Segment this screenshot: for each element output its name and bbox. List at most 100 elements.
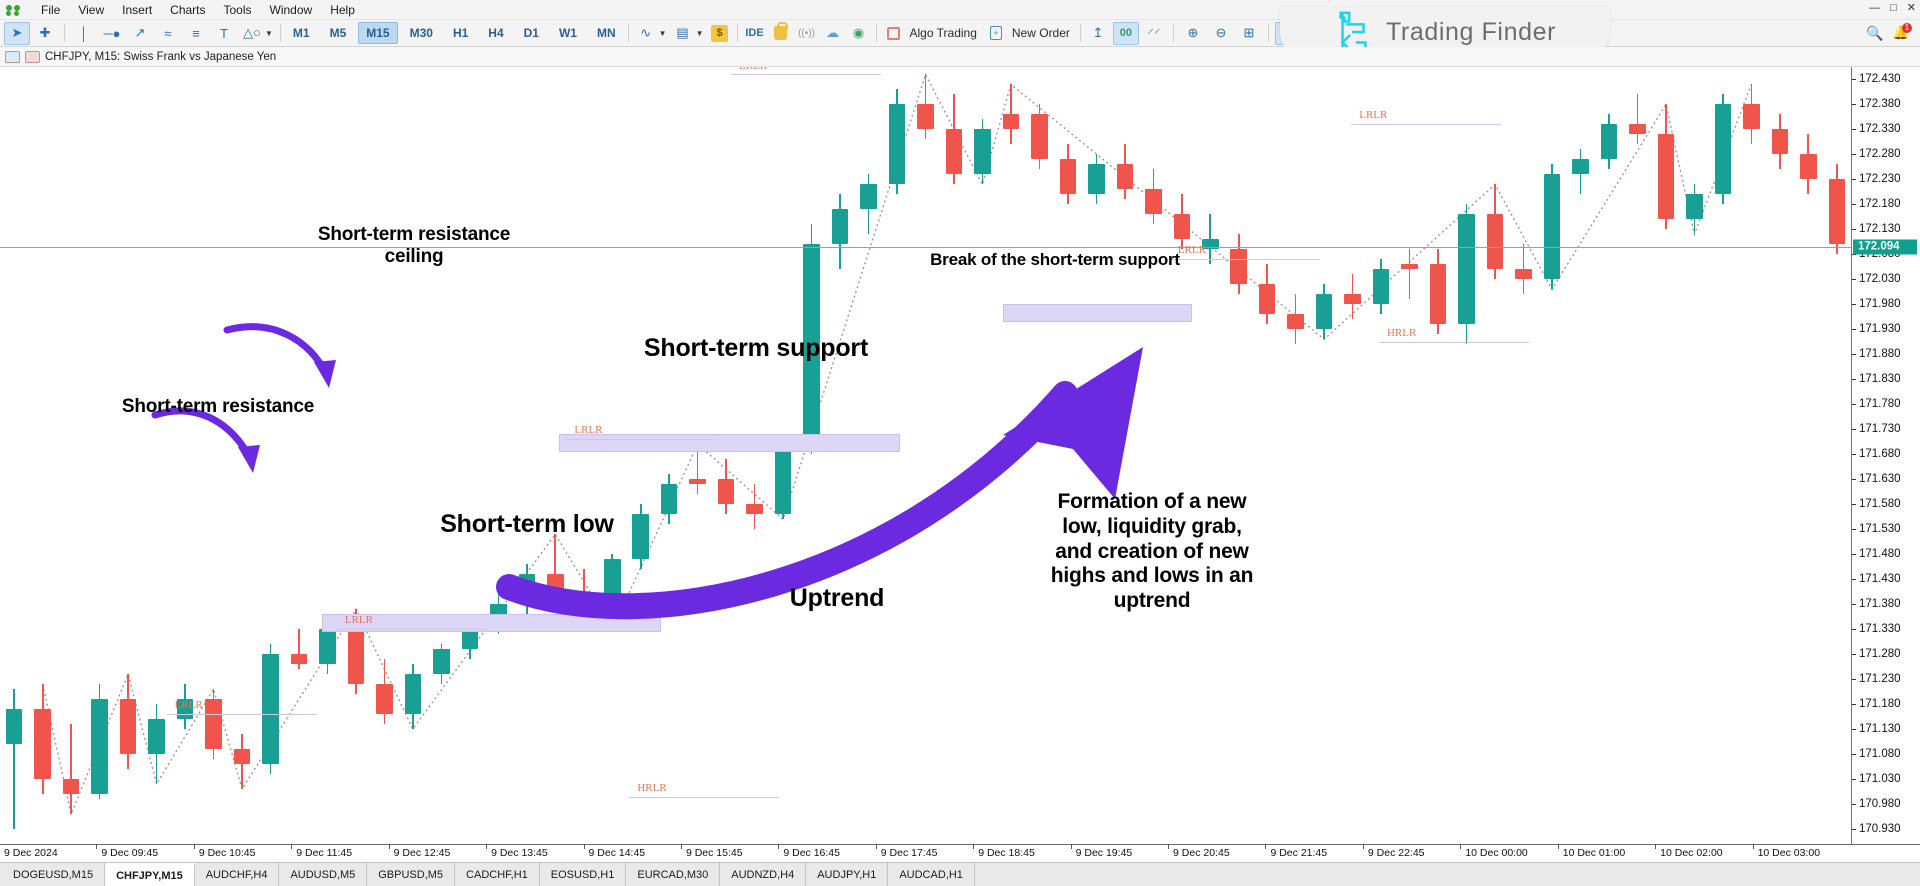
chart-tab-audcad[interactable]: AUDCAD,H1 — [888, 863, 975, 886]
ide-button[interactable]: IDE — [742, 22, 768, 45]
fibonacci-tool[interactable]: ≡ — [183, 22, 209, 45]
candlestick — [148, 704, 165, 785]
channel-tool[interactable]: ≈ — [155, 22, 181, 45]
minimize-icon[interactable]: — — [1869, 2, 1880, 14]
price-tick: 170.930 — [1852, 823, 1901, 835]
timeframe-m5[interactable]: M5 — [322, 22, 355, 44]
window-controls[interactable]: — □ ✕ — [1869, 2, 1916, 14]
candlestick — [717, 459, 735, 515]
notifications-badge: 1 — [1902, 22, 1912, 33]
grid-icon[interactable]: ⊞ — [1236, 22, 1262, 45]
chart-tabs[interactable]: DOGEUSD,M15 CHFJPY,M15 AUDCHF,H4 AUDUSD,M5 G… — [0, 862, 1920, 886]
chart-type-dropdown-icon[interactable]: ▼ — [659, 29, 667, 38]
menu-item-help[interactable]: Help — [321, 1, 364, 19]
template-icon[interactable]: ▤ — [670, 22, 696, 45]
new-order-icon[interactable]: + — [983, 22, 1009, 45]
chart-candles-icon — [25, 50, 40, 63]
annotation-short-term-resistance-ceiling: Short-term resistance ceiling — [317, 224, 511, 268]
price-tick: 172.280 — [1852, 148, 1901, 160]
candlestick — [746, 484, 763, 530]
time-axis[interactable]: 9 Dec 2024 9 Dec 09:45 9 Dec 10:45 9 Dec 11… — [0, 844, 1920, 862]
trendline-tool[interactable]: ↗ — [127, 22, 153, 45]
template-dropdown-icon[interactable]: ▼ — [696, 29, 704, 38]
timeframe-w1[interactable]: W1 — [551, 22, 585, 44]
cloud-icon[interactable]: ☁ — [820, 22, 846, 45]
indicators-icon[interactable]: ⸍⸍ — [1141, 22, 1167, 45]
menu-item-charts[interactable]: Charts — [161, 1, 214, 19]
chart-tab-chfjpy[interactable]: CHFJPY,M15 — [105, 863, 195, 886]
current-price-line — [0, 247, 1851, 249]
time-tick: 10 Dec 03:00 — [1752, 844, 1821, 859]
price-tick: 171.430 — [1852, 573, 1901, 585]
bell-icon[interactable]: 🔔 1 — [1888, 22, 1914, 45]
menu-item-view[interactable]: View — [69, 1, 113, 19]
algo-trading-label[interactable]: Algo Trading — [907, 23, 983, 43]
arrow-to-resistance-ceiling — [223, 323, 336, 388]
candlestick — [547, 534, 564, 605]
candlestick — [1771, 114, 1789, 170]
candlestick — [290, 629, 308, 670]
timeframe-m15[interactable]: M15 — [358, 22, 398, 44]
horizontal-line-tool[interactable]: ─● — [99, 22, 125, 45]
zoom-in-icon[interactable]: ⊕ — [1180, 22, 1206, 45]
timeframe-m30[interactable]: M30 — [402, 22, 441, 44]
chart-tab-audjpy[interactable]: AUDJPY,H1 — [806, 863, 889, 886]
timeframe-d1[interactable]: D1 — [516, 22, 547, 44]
vertical-line-tool[interactable]: │ — [71, 22, 97, 45]
close-icon[interactable]: ✕ — [1907, 2, 1916, 14]
timeframe-m1[interactable]: M1 — [285, 22, 318, 44]
chart-canvas[interactable]: LRLRHRLRLRLRLRLRLRLRLRLRHRLRLRLR Short-t… — [0, 67, 1851, 844]
menu-item-window[interactable]: Window — [261, 1, 322, 19]
annotation-short-term-resistance: Short-term resistance — [121, 396, 315, 417]
new-order-label[interactable]: New Order — [1009, 23, 1076, 43]
autoscroll-icon[interactable]: ↥ — [1085, 22, 1111, 45]
timeframe-mn[interactable]: MN — [589, 22, 624, 44]
price-tick: 172.230 — [1852, 173, 1901, 185]
menu-item-tools[interactable]: Tools — [215, 1, 261, 19]
candlestick — [1145, 169, 1162, 225]
chart-tab-audchf[interactable]: AUDCHF,H4 — [194, 863, 280, 886]
algo-trading-icon[interactable] — [881, 22, 907, 45]
toolbar-separator — [736, 24, 738, 42]
signal-icon[interactable]: ((•)) — [794, 22, 820, 45]
time-tick: 9 Dec 15:45 — [680, 844, 743, 859]
candlestick — [376, 659, 393, 725]
timeframe-h4[interactable]: H4 — [480, 22, 511, 44]
chart-tab-eurcad[interactable]: EURCAD,M30 — [626, 863, 721, 886]
chart-shift-icon[interactable]: 00 — [1112, 21, 1139, 45]
dollar-icon[interactable]: $ — [707, 22, 733, 45]
candlestick — [1743, 84, 1760, 145]
text-tool[interactable]: T — [211, 22, 237, 45]
chart-tab-cadchf[interactable]: CADCHF,H1 — [455, 863, 540, 886]
chart-tab-gbpusd[interactable]: GBPUSD,M5 — [367, 863, 456, 886]
price-tick: 171.830 — [1852, 373, 1901, 385]
maximize-icon[interactable]: □ — [1890, 2, 1897, 14]
chart-tab-dogeusd[interactable]: DOGEUSD,M15 — [2, 863, 106, 886]
candlestick — [319, 624, 336, 675]
cursor-tool[interactable]: ➤ — [4, 21, 30, 45]
menu-item-insert[interactable]: Insert — [113, 1, 161, 19]
chart-title: CHFJPY, M15: Swiss Frank vs Japanese Yen — [45, 50, 277, 63]
menu-item-file[interactable]: File — [32, 1, 69, 19]
shapes-tool[interactable]: △○ — [239, 22, 265, 45]
shapes-dropdown-icon[interactable]: ▼ — [265, 29, 273, 38]
price-tick: 172.030 — [1852, 273, 1901, 285]
zoom-out-icon[interactable]: ⊖ — [1208, 22, 1234, 45]
chart-tab-audusd[interactable]: AUDUSD,M5 — [279, 863, 368, 886]
price-axis[interactable]: 172.430 172.380 172.330 172.280 172.230 172.1… — [1851, 67, 1920, 844]
chart-tab-eosusd[interactable]: EOSUSD,H1 — [539, 863, 627, 886]
market-icon[interactable]: ◉ — [846, 22, 872, 45]
drawing-tools-group: ➤ ✚ │ ─● ↗ ≈ ≡ T △○ — [4, 21, 265, 45]
price-tick: 171.080 — [1852, 748, 1901, 760]
candlestick — [91, 684, 108, 800]
chart-tab-audnzd[interactable]: AUDNZD,H4 — [720, 863, 807, 886]
line-chart-icon[interactable]: ∿ — [633, 22, 659, 45]
price-tick: 172.430 — [1852, 73, 1901, 85]
crosshair-tool[interactable]: ✚ — [32, 22, 58, 45]
search-icon[interactable]: 🔍 — [1862, 22, 1888, 45]
candlestick — [1173, 194, 1191, 250]
time-tick: 10 Dec 02:00 — [1655, 844, 1723, 859]
lock-icon[interactable] — [768, 22, 794, 45]
timeframe-h1[interactable]: H1 — [445, 22, 476, 44]
candlestick — [831, 194, 849, 270]
